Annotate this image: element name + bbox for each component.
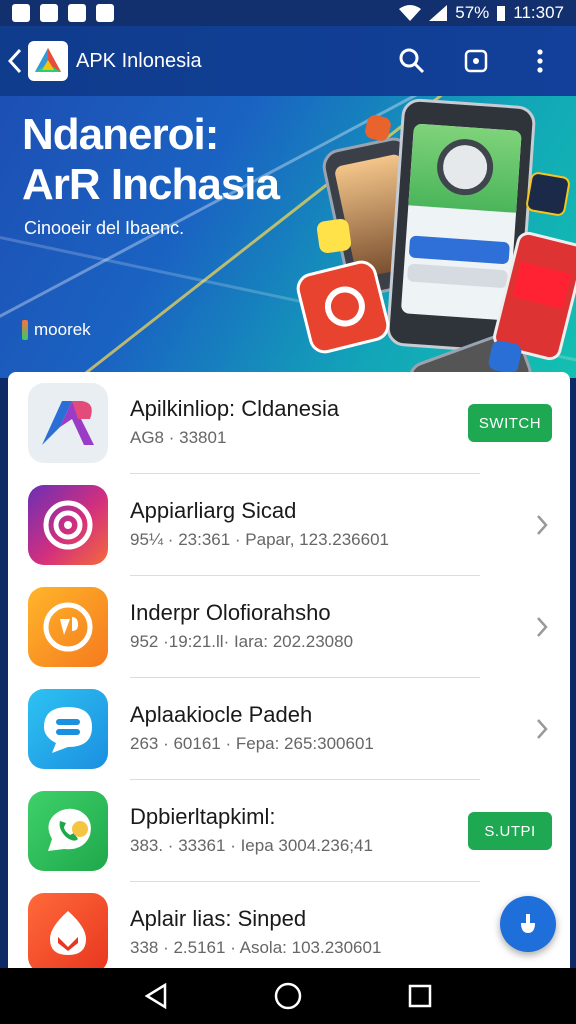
list-item-text: Aplaakiocle Padeh 263 · 60161 · Fepa: 26… <box>130 678 480 780</box>
app-icon <box>28 791 108 871</box>
nav-back-icon[interactable] <box>136 976 176 1016</box>
banner-brand-label: moorek <box>34 320 91 339</box>
wifi-icon <box>399 5 422 21</box>
list-item[interactable]: Inderpr Olofiorahsho 952 ·19:21.ll· Iara… <box>8 576 570 678</box>
cast-icon[interactable] <box>462 47 490 75</box>
app-bar: APK Inlonesia <box>0 26 576 96</box>
app-title: Inderpr Olofiorahsho <box>130 600 331 625</box>
banner-subtitle: Cinooeir del Ibaenc. <box>24 218 185 238</box>
list-item-text: Inderpr Olofiorahsho 952 ·19:21.ll· Iara… <box>130 576 480 678</box>
notification-icon <box>40 4 58 22</box>
app-title: Aplaakiocle Padeh <box>130 702 313 727</box>
banner-title-line: ArR Inchasia <box>22 160 280 209</box>
app-tile-illustration <box>524 170 572 218</box>
app-title: APK Inlonesia <box>76 49 202 72</box>
back-arrow-icon[interactable] <box>2 41 28 81</box>
promo-banner[interactable]: Ndaneroi: ArR Inchasia Cinooeir del Ibae… <box>0 96 576 378</box>
list-item[interactable]: Appiarliarg Sicad 95¼ · 23:361 · Papar, … <box>8 474 570 576</box>
status-bar: 57% 11:307 <box>0 0 576 26</box>
app-icon <box>28 587 108 667</box>
switch-button[interactable]: SWITCH <box>468 404 552 442</box>
brand-mark-icon <box>22 320 28 340</box>
app-meta: 263 · 60161 · Fepa: 265:300601 <box>130 734 374 753</box>
banner-title-line: Ndaneroi: <box>22 110 219 159</box>
list-item[interactable]: Apilkinliop: Cldanesia AG8 · 33801 SWITC… <box>8 372 570 474</box>
list-item[interactable]: Dpbierltapkiml: 383. · 33361 · Iepa 3004… <box>8 780 570 882</box>
list-item-text: Apilkinliop: Cldanesia AG8 · 33801 <box>130 372 480 474</box>
notification-icon <box>68 4 86 22</box>
nav-home-icon[interactable] <box>268 976 308 1016</box>
app-meta: AG8 · 33801 <box>130 428 227 447</box>
app-logo <box>28 41 68 81</box>
notification-icons <box>12 4 114 22</box>
download-fab[interactable] <box>500 896 556 952</box>
app-icon <box>28 383 108 463</box>
app-title: Apilkinliop: Cldanesia <box>130 396 340 421</box>
nav-recents-icon[interactable] <box>400 976 440 1016</box>
clock: 11:307 <box>513 3 564 22</box>
app-title: Dpbierltapkiml: <box>130 804 276 829</box>
download-icon <box>521 914 535 933</box>
list-item-text: Appiarliarg Sicad 95¼ · 23:361 · Papar, … <box>130 474 480 576</box>
battery-level: 57% <box>455 3 490 22</box>
app-meta: 95¼ · 23:361 · Papar, 123.236601 <box>130 530 389 549</box>
notification-icon <box>12 4 30 22</box>
list-item[interactable]: Aplaakiocle Padeh 263 · 60161 · Fepa: 26… <box>8 678 570 780</box>
banner-title: Ndaneroi: ArR Inchasia <box>22 110 280 210</box>
app-meta: 383. · 33361 · Iepa 3004.236;41 <box>130 836 373 855</box>
system-nav-bar <box>0 968 576 1024</box>
app-meta: 338 · 2.5161 · Asola: 103.230601 <box>130 938 382 957</box>
chevron-right-icon[interactable] <box>532 612 552 642</box>
app-tile-illustration <box>315 217 353 255</box>
app-icon <box>28 893 108 972</box>
app-meta: 952 ·19:21.ll· Iara: 202.23080 <box>130 632 354 651</box>
more-options-icon[interactable] <box>526 47 554 75</box>
app-title: Appiarliarg Sicad <box>130 498 297 523</box>
chevron-right-icon[interactable] <box>532 510 552 540</box>
banner-brand: moorek <box>22 320 91 340</box>
app-icon <box>28 689 108 769</box>
chevron-right-icon[interactable] <box>532 714 552 744</box>
app-list: Apilkinliop: Cldanesia AG8 · 33801 SWITC… <box>8 372 570 972</box>
battery-icon <box>497 6 506 21</box>
switch-button[interactable]: S.UTPI <box>468 812 552 850</box>
app-title: Aplair lias: Sinped <box>130 906 307 931</box>
list-item-text: Aplair lias: Sinped 338 · 2.5161 · Asola… <box>130 882 480 972</box>
signal-icon <box>429 5 448 21</box>
list-item-text: Dpbierltapkiml: 383. · 33361 · Iepa 3004… <box>130 780 480 882</box>
app-icon <box>28 485 108 565</box>
mail-icon <box>96 4 114 22</box>
list-item[interactable]: Aplair lias: Sinped 338 · 2.5161 · Asola… <box>8 882 570 972</box>
search-icon[interactable] <box>398 47 426 75</box>
